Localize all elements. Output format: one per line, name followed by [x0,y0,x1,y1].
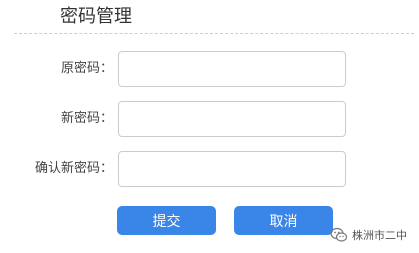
wechat-icon [330,226,348,244]
new-password-row: 新密码： [0,101,419,137]
old-password-row: 原密码： [0,51,419,87]
submit-button[interactable]: 提交 [117,206,216,235]
password-management-page: 密码管理 原密码： 新密码： 确认新密码： 提交 取消 株洲市二中 [0,0,419,253]
title-divider [14,33,414,34]
watermark: 株洲市二中 [330,224,407,246]
confirm-password-row: 确认新密码： [0,151,419,187]
page-title: 密码管理 [60,6,132,27]
old-password-label: 原密码： [60,61,113,76]
new-password-input[interactable] [118,101,346,137]
old-password-input[interactable] [118,51,346,87]
confirm-password-input[interactable] [118,151,346,187]
watermark-text: 株洲市二中 [352,229,407,242]
new-password-label: 新密码： [60,111,113,126]
confirm-password-label: 确认新密码： [34,161,113,176]
cancel-button[interactable]: 取消 [234,206,333,235]
